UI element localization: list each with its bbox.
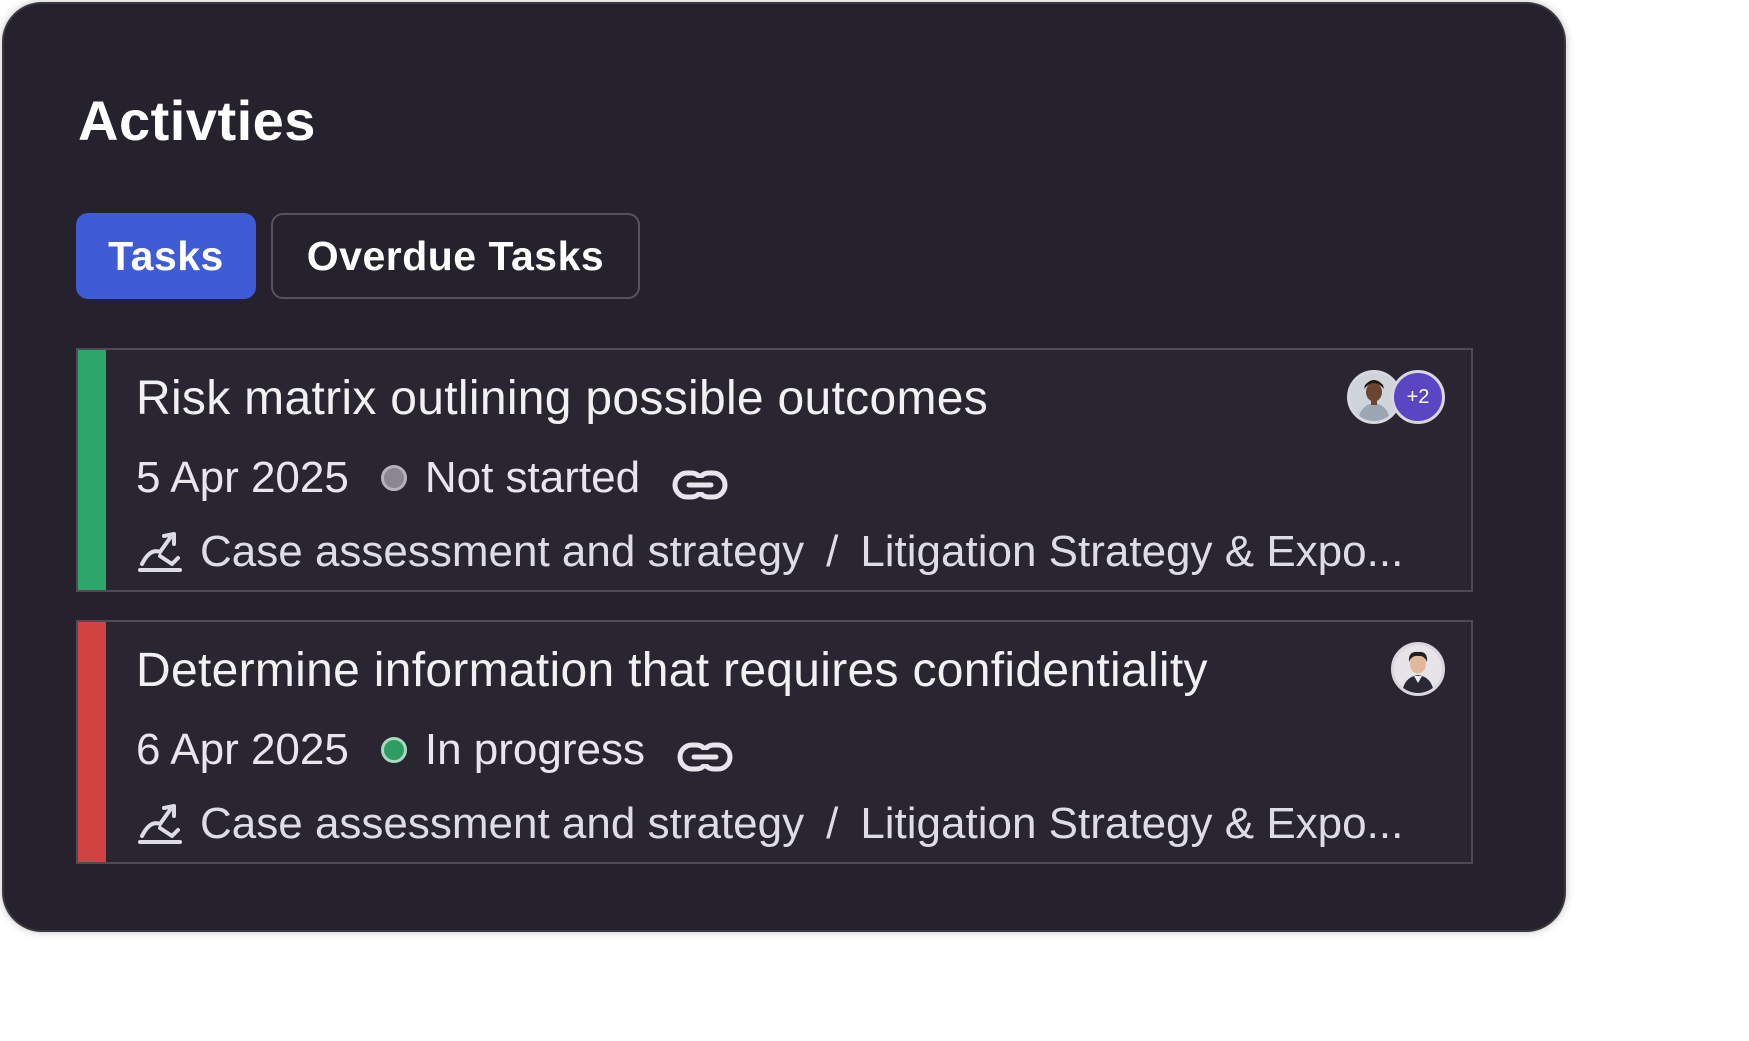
path-phase[interactable]: Case assessment and strategy — [200, 527, 804, 577]
workflow-icon — [136, 802, 184, 846]
link-icon[interactable] — [672, 462, 728, 500]
due-date: 5 Apr 2025 — [136, 453, 349, 502]
panel-title: Activties — [78, 89, 316, 152]
task-card[interactable]: Risk matrix outlining possible outcomes … — [76, 348, 1473, 592]
priority-stripe — [78, 622, 106, 862]
avatar[interactable] — [1391, 642, 1445, 696]
task-meta: 5 Apr 2025 Not started — [136, 450, 728, 506]
due-date: 6 Apr 2025 — [136, 725, 349, 774]
tab-overdue-tasks[interactable]: Overdue Tasks — [271, 213, 640, 299]
assignee-avatars[interactable] — [1391, 642, 1445, 696]
status-label: Not started — [424, 453, 641, 502]
tab-tasks[interactable]: Tasks — [76, 213, 256, 299]
activities-panel: Activties Tasks Overdue Tasks Risk matri… — [2, 2, 1566, 932]
status-label: In progress — [424, 725, 645, 774]
status-dot — [380, 465, 407, 491]
path-workflow[interactable]: Litigation Strategy & Expo... — [860, 799, 1403, 849]
tab-bar: Tasks Overdue Tasks — [76, 213, 640, 299]
path-workflow[interactable]: Litigation Strategy & Expo... — [860, 527, 1403, 577]
task-title[interactable]: Determine information that requires conf… — [136, 642, 1208, 700]
path-separator: / — [826, 799, 839, 848]
task-path: Case assessment and strategy / Litigatio… — [136, 796, 1403, 852]
task-title[interactable]: Risk matrix outlining possible outcomes — [136, 370, 988, 428]
status-dot — [380, 737, 407, 763]
workflow-icon — [136, 530, 184, 574]
assignee-avatars[interactable]: +2 — [1347, 370, 1445, 424]
task-path: Case assessment and strategy / Litigatio… — [136, 524, 1403, 580]
more-assignees-badge[interactable]: +2 — [1391, 370, 1445, 424]
task-card[interactable]: Determine information that requires conf… — [76, 620, 1473, 864]
link-icon[interactable] — [677, 734, 733, 772]
path-phase[interactable]: Case assessment and strategy — [200, 799, 804, 849]
path-separator: / — [826, 527, 839, 576]
priority-stripe — [78, 350, 106, 590]
task-meta: 6 Apr 2025 In progress — [136, 722, 733, 778]
